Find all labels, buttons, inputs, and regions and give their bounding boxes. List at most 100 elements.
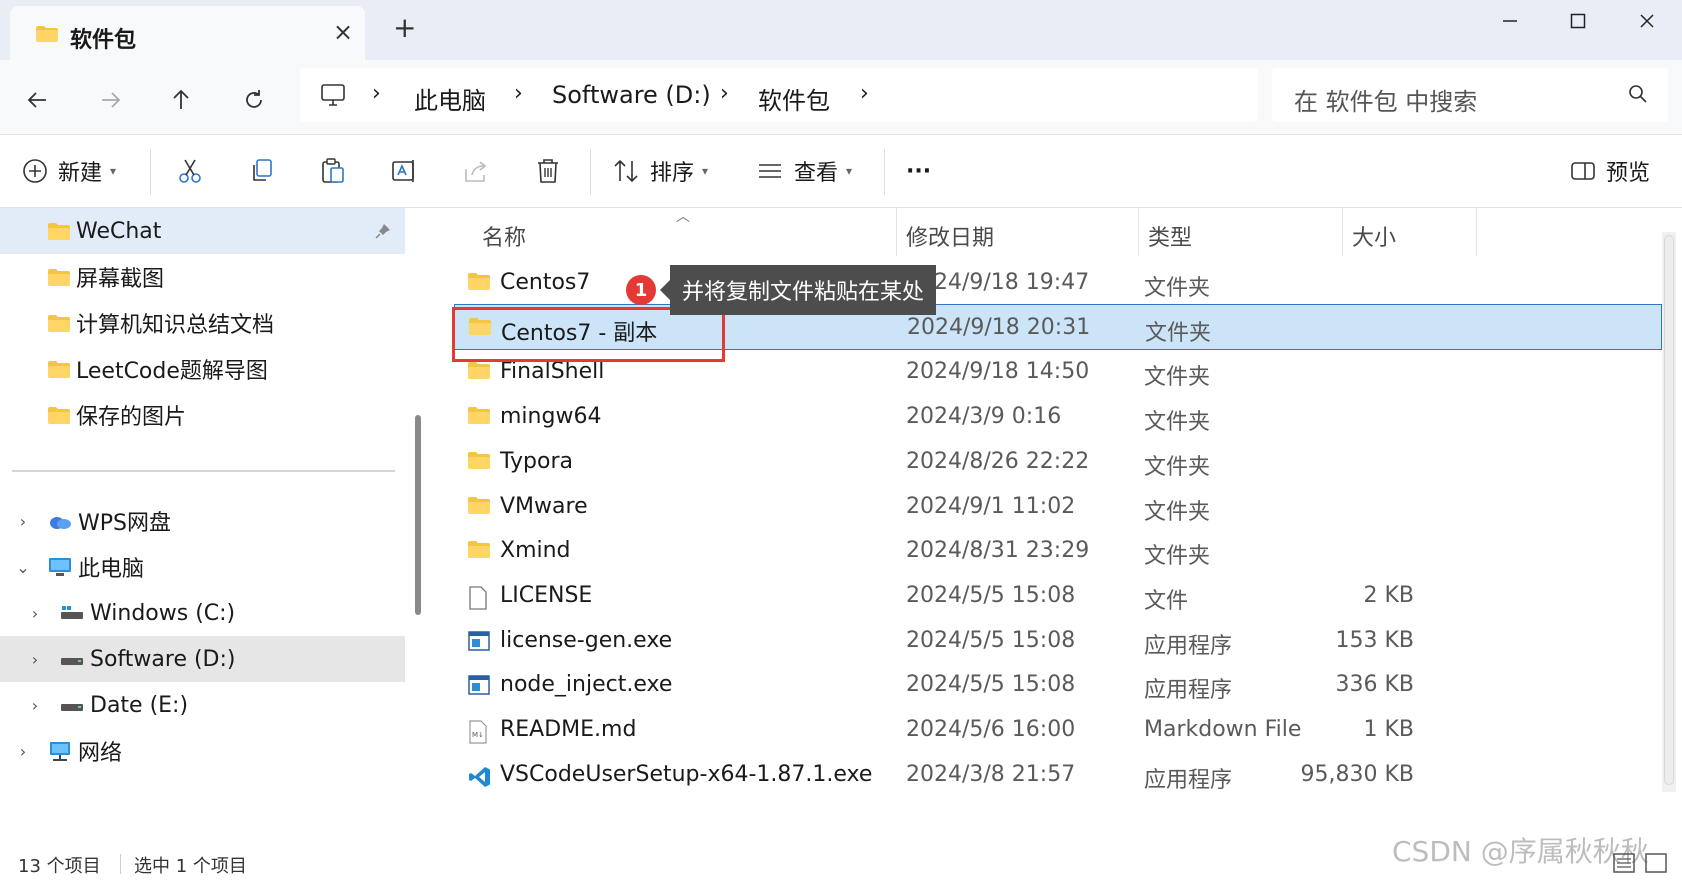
file-name: Typora [500, 448, 573, 474]
sidebar-item-wechat[interactable]: WeChat [0, 208, 405, 254]
sidebar-item-cs-notes[interactable]: 计算机知识总结文档 [0, 300, 405, 346]
forward-button[interactable] [92, 82, 128, 118]
column-header-size[interactable]: 大小 [1352, 220, 1396, 252]
search-box[interactable]: 在 软件包 中搜索 [1272, 68, 1668, 122]
column-divider[interactable] [1476, 208, 1477, 256]
minimize-button[interactable] [1480, 6, 1540, 36]
details-view-icon[interactable] [1612, 850, 1672, 876]
arrow-right-icon [102, 92, 121, 108]
preview-pane-icon [1571, 162, 1595, 180]
computer-icon [321, 84, 345, 106]
scissors-icon [179, 159, 201, 183]
file-type: 文件夹 [1144, 454, 1211, 480]
chevron-right-icon[interactable]: › [12, 742, 34, 761]
chevron-right-icon[interactable]: › [24, 696, 46, 715]
arrow-up-icon [173, 89, 189, 109]
chevron-right-icon[interactable]: › [12, 512, 34, 531]
sort-button[interactable]: 排序 ▾ [612, 153, 708, 189]
navigation-bar: › 此电脑 › Software (D:) › 软件包 › 在 软件包 中搜索 [0, 60, 1682, 134]
file-row[interactable]: VMware 2024/9/1 11:02 文件夹 [454, 484, 1662, 530]
copy-icon [253, 159, 272, 181]
sidebar-item-leetcode[interactable]: LeetCode题解导图 [0, 346, 405, 392]
delete-button[interactable] [534, 153, 562, 189]
annotation-tooltip: 并将复制文件粘贴在某处 [659, 265, 937, 315]
file-modified-date: 2024/5/5 15:08 [906, 672, 1076, 698]
pin-icon[interactable] [375, 223, 391, 239]
address-bar[interactable]: › 此电脑 › Software (D:) › 软件包 › [300, 68, 1258, 122]
tab-software-package[interactable]: 软件包 × [10, 6, 365, 60]
sidebar-item-label: WPS网盘 [78, 511, 171, 536]
sidebar-item-wps-drive[interactable]: › WPS网盘 [0, 498, 405, 544]
breadcrumb-this-pc[interactable]: 此电脑 [414, 81, 486, 116]
breadcrumb-software-package[interactable]: 软件包 [758, 81, 830, 116]
cut-button[interactable] [176, 153, 204, 189]
back-button[interactable] [20, 82, 56, 118]
sidebar-item-label: WeChat [76, 218, 162, 244]
refresh-button[interactable] [236, 82, 272, 118]
navigation-pane: WeChat 屏幕截图 计算机知识总结文档 LeetCode题解导图 保存的图片… [0, 208, 420, 848]
chevron-right-icon[interactable]: › [24, 650, 46, 669]
search-input[interactable]: 在 软件包 中搜索 [1294, 82, 1477, 117]
file-modified-date: 2024/3/8 21:57 [906, 761, 1076, 787]
file-row[interactable]: license-gen.exe 2024/5/5 15:08 应用程序 153 KB [454, 618, 1662, 664]
rename-button[interactable] [390, 153, 418, 189]
status-divider [120, 854, 121, 874]
sidebar-scrollbar[interactable] [415, 415, 421, 615]
file-row[interactable]: mingw64 2024/3/9 0:16 文件夹 [454, 394, 1662, 440]
minimize-icon [1503, 20, 1517, 22]
file-name: Centos7 [500, 270, 591, 295]
sidebar-item-saved-pictures[interactable]: 保存的图片 [0, 392, 405, 438]
more-options-button[interactable]: ··· [906, 153, 931, 189]
column-header-type[interactable]: 类型 [1148, 220, 1192, 252]
file-modified-date: 2024/5/6 16:00 [906, 717, 1076, 742]
file-row[interactable]: node_inject.exe 2024/5/5 15:08 应用程序 336 KB [454, 662, 1662, 708]
preview-pane-button[interactable]: 预览 [1570, 153, 1650, 189]
sidebar-item-this-pc[interactable]: ⌄ 此电脑 [0, 544, 405, 590]
chevron-down-icon: ▾ [110, 164, 117, 178]
sidebar-item-drive-c[interactable]: › Windows (C:) [0, 590, 405, 636]
new-button[interactable]: 新建 ▾ [22, 153, 116, 189]
paste-button[interactable] [319, 153, 347, 189]
file-row[interactable]: Typora 2024/8/26 22:22 文件夹 [454, 439, 1662, 485]
file-list-scrollbar-thumb[interactable] [1664, 235, 1674, 785]
file-row[interactable]: VSCodeUserSetup-x64-1.87.1.exe 2024/3/8 2… [454, 752, 1662, 798]
file-list: 名称 ︿ 修改日期 类型 大小 Centos7 2024/9/18 19:47 文件… [436, 208, 1662, 848]
tab-close-button[interactable]: × [333, 20, 353, 44]
sidebar-item-screenshots[interactable]: 屏幕截图 [0, 254, 405, 300]
maximize-button[interactable] [1548, 6, 1608, 36]
file-type: 文件 [1144, 588, 1189, 614]
folder-icon [36, 26, 58, 42]
column-divider[interactable] [1342, 208, 1343, 256]
view-button[interactable]: 查看 ▾ [756, 153, 852, 189]
file-row[interactable]: LICENSE 2024/5/5 15:08 文件 2 KB [454, 573, 1662, 619]
column-divider[interactable] [896, 208, 897, 256]
breadcrumb-software-d[interactable]: Software (D:) [552, 81, 711, 109]
file-modified-date: 2024/9/18 20:31 [907, 314, 1091, 340]
file-row[interactable]: M↓ README.md 2024/5/6 16:00 Markdown File 1 … [454, 707, 1662, 753]
file-row[interactable]: Xmind 2024/8/31 23:29 文件夹 [454, 528, 1662, 574]
up-button[interactable] [163, 82, 199, 118]
sidebar-item-label: Date (E:) [90, 692, 189, 718]
folder-icon [468, 451, 490, 473]
breadcrumb-separator[interactable]: › [860, 81, 869, 106]
share-button[interactable] [462, 153, 490, 189]
column-header-date[interactable]: 修改日期 [906, 220, 994, 252]
sidebar-item-network[interactable]: › 网络 [0, 728, 405, 774]
sidebar-item-label: 计算机知识总结文档 [76, 313, 275, 338]
search-icon [1629, 85, 1647, 103]
chevron-down-icon[interactable]: ⌄ [12, 558, 34, 577]
file-type: 文件夹 [1144, 276, 1211, 301]
close-window-button[interactable] [1617, 6, 1677, 36]
view-label: 查看 [794, 161, 839, 186]
sidebar-item-drive-e[interactable]: › Date (E:) [0, 682, 405, 728]
file-size: 1 KB [1363, 717, 1414, 742]
sidebar-item-drive-d[interactable]: › Software (D:) [0, 636, 405, 682]
file-name: Xmind [500, 538, 571, 564]
file-size: 2 KB [1363, 582, 1414, 608]
sidebar-item-label: LeetCode题解导图 [76, 359, 268, 384]
new-tab-button[interactable]: + [393, 14, 416, 42]
copy-button[interactable] [248, 153, 276, 189]
column-header-name[interactable]: 名称 [482, 220, 526, 252]
column-divider[interactable] [1138, 208, 1139, 256]
chevron-right-icon[interactable]: › [24, 604, 46, 623]
